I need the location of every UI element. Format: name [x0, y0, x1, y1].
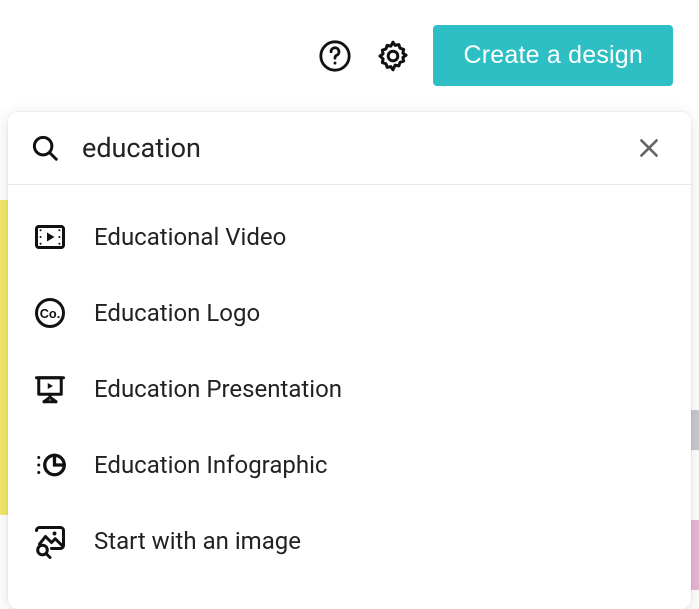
suggestion-label: Education Presentation	[94, 375, 342, 403]
video-icon	[30, 217, 70, 257]
suggestion-education-infographic[interactable]: Education Infographic	[8, 427, 691, 503]
page-background-strip	[691, 520, 699, 590]
svg-text:Co.: Co.	[40, 306, 61, 321]
create-design-button[interactable]: Create a design	[433, 25, 673, 86]
gear-icon[interactable]	[375, 38, 411, 74]
help-icon[interactable]	[317, 38, 353, 74]
suggestion-education-presentation[interactable]: Education Presentation	[8, 351, 691, 427]
page-background-strip	[691, 410, 699, 450]
logo-icon: Co.	[30, 293, 70, 333]
suggestions-list: Educational Video Co. Education Logo	[8, 185, 691, 609]
search-input[interactable]	[82, 132, 633, 164]
suggestion-start-with-image[interactable]: Start with an image	[8, 503, 691, 579]
infographic-icon	[30, 445, 70, 485]
search-icon	[30, 133, 60, 163]
suggestion-educational-video[interactable]: Educational Video	[8, 199, 691, 275]
search-row	[8, 112, 691, 185]
page-background-strip	[0, 200, 8, 515]
image-search-icon	[30, 521, 70, 561]
search-dropdown: Educational Video Co. Education Logo	[8, 112, 691, 609]
suggestion-label: Educational Video	[94, 223, 286, 251]
close-icon[interactable]	[633, 132, 665, 164]
suggestion-education-logo[interactable]: Co. Education Logo	[8, 275, 691, 351]
presentation-icon	[30, 369, 70, 409]
suggestion-label: Education Logo	[94, 299, 260, 327]
suggestion-label: Start with an image	[94, 527, 301, 555]
top-bar: Create a design	[0, 0, 699, 106]
suggestion-label: Education Infographic	[94, 451, 327, 479]
